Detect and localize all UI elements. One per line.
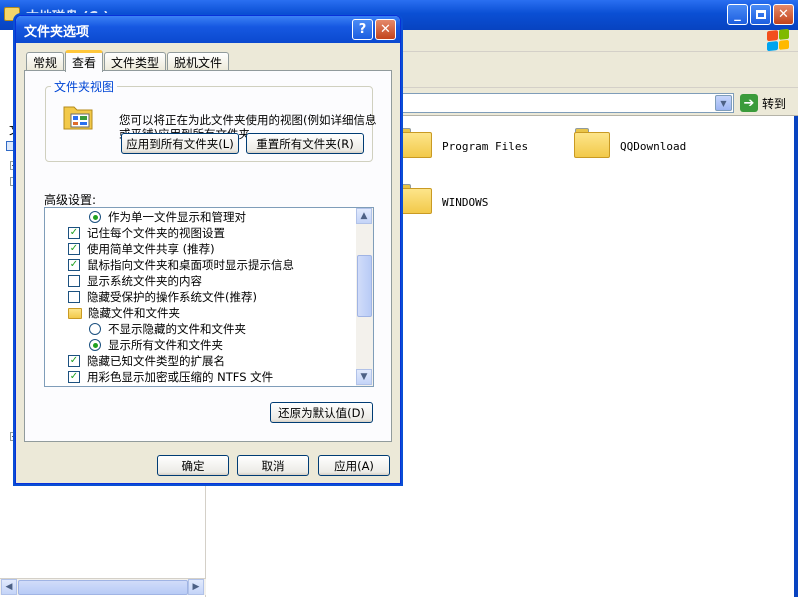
advanced-setting-label: 作为单一文件显示和管理对: [108, 210, 246, 224]
checkbox-unchecked-icon[interactable]: [68, 291, 80, 303]
file-label[interactable]: QQDownload: [620, 140, 686, 153]
scroll-thumb[interactable]: [18, 580, 188, 595]
folder-view-icon: [63, 106, 93, 130]
advanced-setting-label: 使用简单文件共享 (推荐): [87, 242, 215, 256]
advanced-setting-label: 显示系统文件夹的内容: [87, 274, 202, 288]
apply-to-all-folders-button[interactable]: 应用到所有文件夹(L): [121, 133, 239, 154]
advanced-setting-row[interactable]: 显示系统文件夹的内容: [68, 273, 202, 289]
scroll-down-icon[interactable]: ▼: [356, 369, 372, 385]
maximize-button[interactable]: [750, 4, 771, 25]
window-border: [794, 116, 798, 597]
tab-general[interactable]: 常规: [26, 52, 65, 71]
file-label[interactable]: Program Files: [442, 140, 528, 153]
dialog-titlebar: 文件夹选项 ? ✕: [16, 16, 400, 43]
folder-views-group: 您可以将正在为此文件夹使用的视图(例如详细信息或平铺)应用到所有文件夹。 应用到…: [45, 86, 376, 162]
tab-strip: 常规 查看 文件类型 脱机文件: [26, 49, 230, 72]
advanced-setting-label: 鼠标指向文件夹和桌面项时显示提示信息: [87, 258, 294, 272]
reset-all-folders-button[interactable]: 重置所有文件夹(R): [246, 133, 364, 154]
close-icon: ✕: [380, 22, 391, 37]
close-icon: ✕: [778, 7, 789, 22]
radio-selected-icon[interactable]: [89, 339, 101, 351]
help-button[interactable]: ?: [352, 19, 373, 40]
advanced-setting-row[interactable]: 隐藏文件和文件夹: [68, 305, 180, 321]
checkbox-unchecked-icon[interactable]: [68, 275, 80, 287]
scroll-thumb[interactable]: [357, 255, 372, 317]
advanced-setting-row[interactable]: ✓ 记住每个文件夹的视图设置: [68, 225, 225, 241]
go-button[interactable]: ➔ 转到: [740, 93, 786, 113]
apply-button[interactable]: 应用(A): [318, 455, 390, 476]
advanced-setting-row[interactable]: 显示所有文件和文件夹: [89, 337, 223, 353]
explorer-menubar: [398, 30, 798, 52]
address-bar: ▼ ➔ 转到: [398, 88, 798, 116]
scroll-up-icon[interactable]: ▲: [356, 208, 372, 224]
checkbox-checked-icon[interactable]: ✓: [68, 355, 80, 367]
advanced-setting-label: 隐藏已知文件类型的扩展名: [87, 354, 225, 368]
scroll-left-icon[interactable]: ◀: [1, 579, 17, 595]
help-icon: ?: [358, 22, 367, 37]
explorer-toolbar: [398, 52, 798, 88]
checkbox-checked-icon[interactable]: ✓: [68, 259, 80, 271]
advanced-setting-label: 不显示隐藏的文件和文件夹: [108, 322, 246, 336]
maximize-icon: [755, 10, 766, 19]
ok-button[interactable]: 确定: [157, 455, 229, 476]
explorer-close-button[interactable]: ✕: [773, 4, 794, 25]
folder-icon: [396, 128, 432, 158]
folder-icon: [396, 184, 432, 214]
radio-selected-icon[interactable]: [89, 211, 101, 223]
file-label[interactable]: WINDOWS: [442, 196, 488, 209]
view-tab-page: 您可以将正在为此文件夹使用的视图(例如详细信息或平铺)应用到所有文件夹。 应用到…: [24, 70, 392, 442]
folder-icon: [574, 128, 610, 158]
advanced-setting-label: 用彩色显示加密或压缩的 NTFS 文件: [87, 370, 274, 384]
minimize-icon: _: [734, 7, 741, 22]
advanced-setting-row[interactable]: ✓ 使用简单文件共享 (推荐): [68, 241, 215, 257]
advanced-setting-label: 隐藏受保护的操作系统文件(推荐): [87, 290, 257, 304]
checkbox-checked-icon[interactable]: ✓: [68, 227, 80, 239]
horizontal-scrollbar[interactable]: ◀ ▶: [0, 578, 206, 595]
advanced-setting-label: 记住每个文件夹的视图设置: [87, 226, 225, 240]
address-input[interactable]: ▼: [398, 93, 734, 113]
checkbox-checked-icon[interactable]: ✓: [68, 243, 80, 255]
address-dropdown-button[interactable]: ▼: [715, 95, 732, 111]
chevron-down-icon: ▼: [720, 98, 727, 108]
minimize-button[interactable]: _: [727, 4, 748, 25]
radio-unselected-icon[interactable]: [89, 323, 101, 335]
tab-view[interactable]: 查看: [65, 50, 104, 72]
advanced-setting-row[interactable]: 隐藏受保护的操作系统文件(推荐): [68, 289, 257, 305]
restore-defaults-button[interactable]: 还原为默认值(D): [270, 402, 373, 423]
folder-icon: [68, 307, 82, 319]
advanced-settings-list[interactable]: 作为单一文件显示和管理对 ✓ 记住每个文件夹的视图设置 ✓ 使用简单文件共享 (推荐) ✓…: [44, 207, 374, 387]
scroll-right-icon[interactable]: ▶: [188, 579, 204, 595]
advanced-setting-row[interactable]: 作为单一文件显示和管理对: [89, 209, 246, 225]
windows-logo-icon: [767, 28, 789, 52]
checkbox-checked-icon[interactable]: ✓: [68, 371, 80, 383]
cancel-button[interactable]: 取消: [237, 455, 309, 476]
dialog-title: 文件夹选项: [24, 25, 90, 40]
advanced-setting-label: 显示所有文件和文件夹: [108, 338, 223, 352]
advanced-settings-label: 高级设置:: [44, 193, 97, 207]
advanced-setting-row[interactable]: 不显示隐藏的文件和文件夹: [89, 321, 246, 337]
advanced-setting-row[interactable]: ✓ 隐藏已知文件类型的扩展名: [68, 353, 225, 369]
tab-offline-files[interactable]: 脱机文件: [167, 52, 230, 71]
tab-file-types[interactable]: 文件类型: [104, 52, 167, 71]
advanced-setting-row[interactable]: ✓ 鼠标指向文件夹和桌面项时显示提示信息: [68, 257, 294, 273]
go-label: 转到: [762, 96, 787, 111]
dialog-close-button[interactable]: ✕: [375, 19, 396, 40]
advanced-setting-row[interactable]: ✓ 用彩色显示加密或压缩的 NTFS 文件: [68, 369, 273, 385]
arrow-right-icon: ➔: [740, 94, 758, 112]
vertical-scrollbar[interactable]: ▲ ▼: [356, 208, 373, 386]
folder-views-title: 文件夹视图: [51, 78, 118, 95]
advanced-setting-label: 隐藏文件和文件夹: [88, 306, 180, 320]
folder-options-dialog: 文件夹选项 ? ✕ 常规 查看 文件类型 脱机文件 您可以将正在为此文件夹使用的…: [15, 15, 401, 484]
